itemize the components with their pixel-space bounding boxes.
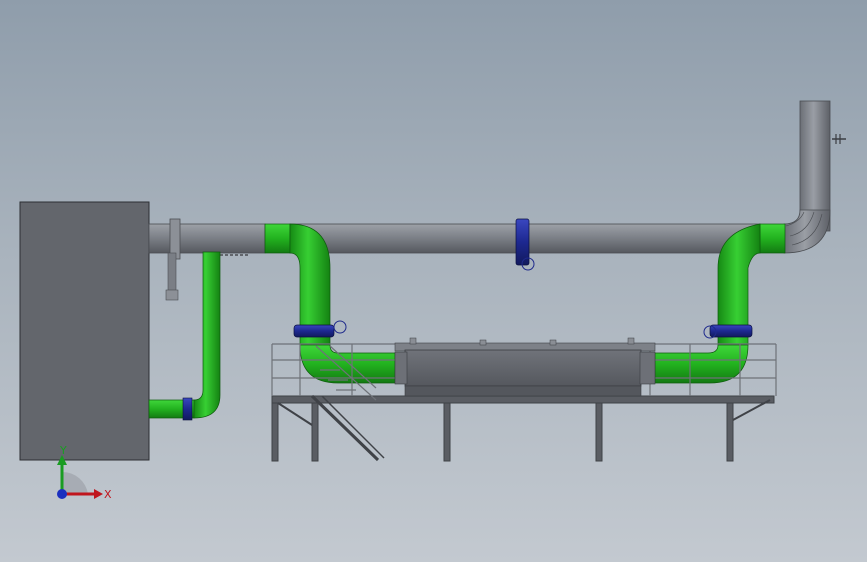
main-gray-duct[interactable]	[148, 218, 761, 301]
cad-3d-viewport[interactable]: Y X	[0, 0, 867, 562]
exhaust-stack[interactable]	[783, 100, 846, 254]
treatment-unit-tank[interactable]	[394, 337, 656, 397]
main-tower-housing[interactable]	[19, 201, 150, 461]
butterfly-valve-icon[interactable]	[703, 324, 753, 339]
x-axis-label: X	[104, 488, 112, 501]
green-duct-tower-outlet[interactable]	[148, 251, 221, 421]
y-axis-label: Y	[59, 444, 67, 457]
